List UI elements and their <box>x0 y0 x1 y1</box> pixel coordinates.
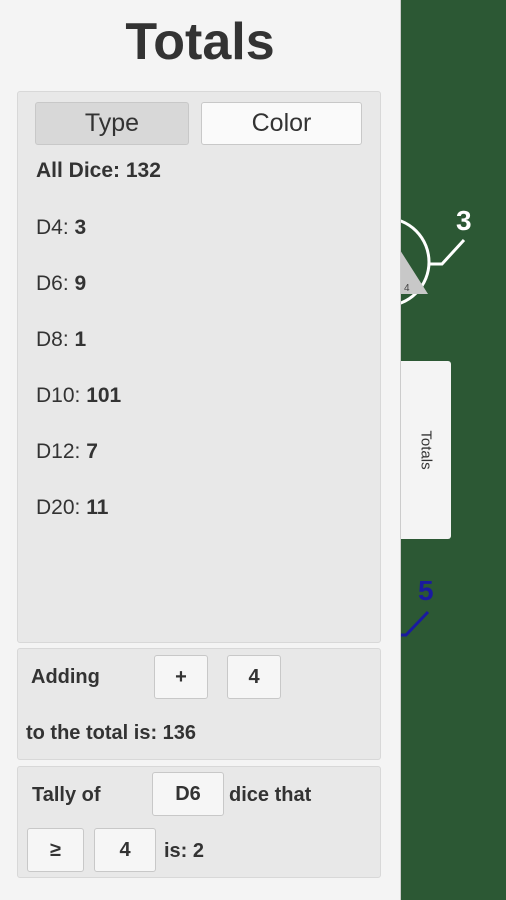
tally-box: Tally of D6 dice that ≥ 4 is: 2 <box>17 766 381 878</box>
tally-label: Tally of <box>32 784 101 806</box>
tab-color[interactable]: Color <box>201 102 362 145</box>
die-label-leader <box>428 238 466 266</box>
totals-tab-label: Totals <box>417 430 434 470</box>
page-title: Totals <box>125 13 275 71</box>
total-d4: D4: 3 <box>36 216 87 239</box>
totals-box: Type Color All Dice: 132 D4: 3 D6: 9 D8:… <box>17 91 381 643</box>
amount-input[interactable]: 4 <box>227 655 281 699</box>
tally-suffix: dice that <box>229 784 312 806</box>
adding-result: to the total is: 136 <box>26 722 197 744</box>
total-d6: D6: 9 <box>36 272 87 295</box>
threshold-input[interactable]: 4 <box>94 828 156 872</box>
total-d10: D10: 101 <box>36 384 122 407</box>
die-label-leader-blue <box>400 610 430 637</box>
total-all-dice: All Dice: 132 <box>36 159 161 182</box>
die-type-select[interactable]: D6 <box>152 772 224 816</box>
comparator-select[interactable]: ≥ <box>27 828 84 872</box>
tally-result: is: 2 <box>164 840 205 862</box>
die-value-label: 3 <box>456 205 472 236</box>
total-d20: D20: 11 <box>36 496 109 519</box>
die-face-value: 4 <box>404 283 410 294</box>
operator-button[interactable]: + <box>154 655 208 699</box>
tab-type[interactable]: Type <box>35 102 189 145</box>
total-d12: D12: 7 <box>36 440 98 463</box>
adding-label: Adding <box>31 666 100 688</box>
die-value-label-blue: 5 <box>418 575 434 606</box>
totals-side-tab[interactable]: Totals <box>400 361 451 539</box>
totals-panel: Totals Type Color All Dice: 132 D4: 3 D6… <box>0 0 401 900</box>
adding-box: Adding + 4 to the total is: 136 <box>17 648 381 760</box>
total-d8: D8: 1 <box>36 328 87 351</box>
